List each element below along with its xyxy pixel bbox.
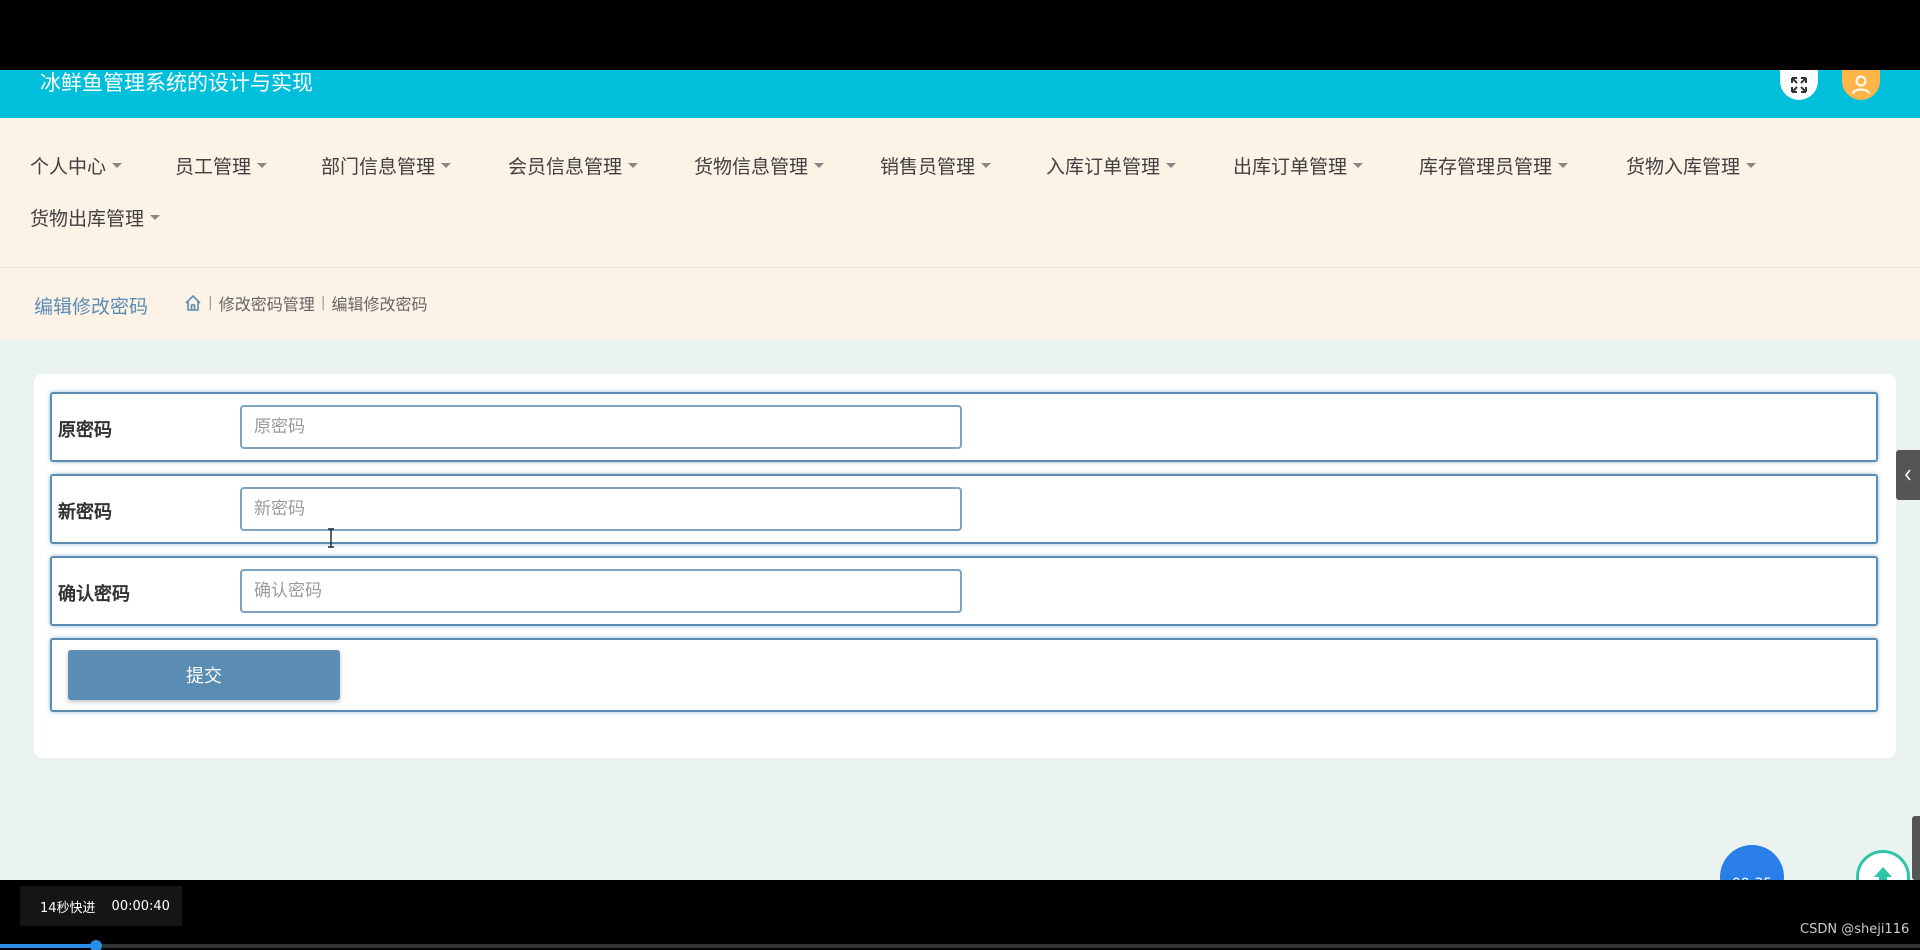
form-row-old-password: 原密码 [50, 392, 1878, 462]
nav-item-label: 出库订单管理 [1233, 156, 1348, 178]
breadcrumb-bar: 编辑修改密码 | 修改密码管理 | 编辑修改密码 [0, 269, 1920, 339]
nav-item-label: 货物出库管理 [30, 208, 145, 230]
video-time: 00:00:40 [111, 898, 170, 914]
collapse-panel-button[interactable] [1896, 450, 1920, 500]
nav-item-label: 入库订单管理 [1046, 156, 1161, 178]
nav-item-goods-outbound[interactable]: 货物出库管理 [30, 204, 161, 231]
nav-item-salesperson[interactable]: 销售员管理 [880, 152, 992, 179]
nav-item-label: 员工管理 [175, 156, 252, 178]
fullscreen-button[interactable] [1780, 70, 1818, 100]
video-progress-knob[interactable] [90, 940, 102, 950]
caret-down-icon [981, 163, 992, 168]
caret-down-icon [112, 163, 123, 168]
nav-item-label: 个人中心 [30, 156, 107, 178]
nav-item-label: 会员信息管理 [508, 156, 623, 178]
caret-down-icon [257, 163, 268, 168]
old-password-label: 原密码 [58, 420, 112, 441]
back-to-top-button[interactable] [1856, 850, 1910, 880]
screen: 冰鲜鱼管理系统的设计与实现 个人中心 员工管理 部门信息管理 会员信息管理 货物… [0, 0, 1920, 950]
nav-item-personal-center[interactable]: 个人中心 [30, 152, 123, 179]
nav-item-label: 货物入库管理 [1626, 156, 1741, 178]
video-progress-fill [0, 944, 96, 948]
nav-item-department[interactable]: 部门信息管理 [321, 152, 452, 179]
fast-forward-indicator: 14秒快进 00:00:40 [20, 886, 182, 926]
nav-item-employee[interactable]: 员工管理 [175, 152, 268, 179]
fast-forward-label: 14秒快进 [40, 900, 96, 916]
breadcrumb-separator: | [208, 295, 213, 311]
app-title: 冰鲜鱼管理系统的设计与实现 [40, 71, 313, 95]
timer-badge: 00:35 [1720, 845, 1784, 880]
video-controls-bar [0, 880, 1920, 950]
confirm-password-input[interactable] [240, 569, 962, 613]
watermark: CSDN @sheji116 [1800, 922, 1910, 937]
user-icon [1852, 75, 1870, 95]
home-icon[interactable] [184, 294, 202, 312]
nav-item-member[interactable]: 会员信息管理 [508, 152, 639, 179]
new-password-label: 新密码 [58, 502, 112, 523]
page-title: 编辑修改密码 [34, 296, 149, 318]
chevron-left-icon [1904, 469, 1911, 481]
caret-down-icon [1558, 163, 1569, 168]
nav-item-stock-admin[interactable]: 库存管理员管理 [1419, 152, 1569, 179]
nav-item-goods-inbound[interactable]: 货物入库管理 [1626, 152, 1757, 179]
breadcrumb-separator: | [320, 295, 326, 311]
caret-down-icon [814, 163, 825, 168]
expand-icon [1791, 77, 1807, 93]
letterbox-top [0, 0, 1920, 70]
nav-item-goods[interactable]: 货物信息管理 [694, 152, 825, 179]
caret-down-icon [150, 215, 161, 220]
form-row-confirm-password: 确认密码 [50, 556, 1878, 626]
form-row-submit: 提交 [50, 638, 1878, 712]
caret-down-icon [1746, 163, 1757, 168]
nav-item-label: 货物信息管理 [694, 156, 809, 178]
password-form-card: 原密码 新密码 确认密码 提交 [34, 374, 1896, 758]
breadcrumb-item[interactable]: 修改密码管理 [219, 291, 315, 315]
caret-down-icon [1353, 163, 1364, 168]
nav-item-label: 库存管理员管理 [1419, 156, 1553, 178]
form-row-new-password: 新密码 [50, 474, 1878, 544]
breadcrumb: | 修改密码管理 | 编辑修改密码 [184, 291, 427, 315]
nav-item-outbound-order[interactable]: 出库订单管理 [1233, 152, 1364, 179]
submit-button[interactable]: 提交 [68, 650, 340, 700]
scrollbar[interactable] [1912, 816, 1920, 880]
old-password-input[interactable] [240, 405, 962, 449]
text-cursor-icon [328, 528, 334, 548]
arrow-up-icon [1874, 867, 1892, 880]
nav-item-label: 销售员管理 [880, 156, 976, 178]
caret-down-icon [441, 163, 452, 168]
caret-down-icon [1166, 163, 1177, 168]
app-header: 冰鲜鱼管理系统的设计与实现 [0, 70, 1920, 118]
video-progress-bar[interactable] [0, 940, 1920, 950]
caret-down-icon [628, 163, 639, 168]
confirm-password-label: 确认密码 [58, 584, 130, 605]
user-avatar-button[interactable] [1842, 70, 1880, 100]
breadcrumb-item: 编辑修改密码 [331, 295, 428, 314]
nav-item-label: 部门信息管理 [321, 156, 436, 178]
nav-item-inbound-order[interactable]: 入库订单管理 [1046, 152, 1177, 179]
main-nav: 个人中心 员工管理 部门信息管理 会员信息管理 货物信息管理 销售员管理 入库订… [0, 118, 1920, 268]
app-window: 冰鲜鱼管理系统的设计与实现 个人中心 员工管理 部门信息管理 会员信息管理 货物… [0, 70, 1920, 880]
new-password-input[interactable] [240, 487, 962, 531]
